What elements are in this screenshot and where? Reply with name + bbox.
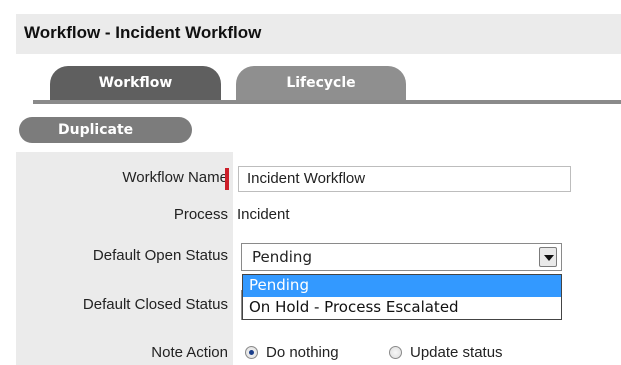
radio-do-nothing-label: Do nothing: [266, 344, 339, 361]
dropdown-arrow-button[interactable]: [539, 247, 557, 267]
dropdown-option-on-hold[interactable]: On Hold - Process Escalated: [243, 297, 561, 319]
default-open-status-label: Default Open Status: [92, 247, 228, 264]
default-open-status-select[interactable]: Pending: [241, 243, 562, 271]
tab-workflow[interactable]: Workflow: [50, 66, 221, 100]
process-label: Process: [173, 206, 228, 223]
default-closed-status-label: Default Closed Status: [82, 296, 228, 313]
workflow-name-label: Workflow Name: [122, 169, 228, 186]
page-title: Workflow - Incident Workflow: [24, 23, 262, 42]
open-status-dropdown-list: Pending On Hold - Process Escalated: [242, 274, 562, 320]
default-open-status-value: Pending: [252, 248, 312, 266]
note-action-label: Note Action: [151, 344, 228, 361]
radio-update-status[interactable]: [389, 346, 402, 359]
page-header: Workflow - Incident Workflow: [16, 14, 621, 54]
tab-bar: Workflow Lifecycle: [16, 62, 621, 104]
tab-lifecycle[interactable]: Lifecycle: [236, 66, 406, 100]
chevron-down-icon: [544, 255, 554, 261]
required-marker: [225, 168, 229, 190]
duplicate-button[interactable]: Duplicate: [19, 117, 192, 143]
process-value: Incident: [237, 206, 290, 223]
radio-do-nothing[interactable]: [245, 346, 258, 359]
workflow-name-input[interactable]: Incident Workflow: [238, 166, 571, 192]
dropdown-option-pending[interactable]: Pending: [243, 275, 561, 297]
radio-update-status-label: Update status: [410, 344, 503, 361]
duplicate-button-label: Duplicate: [58, 122, 134, 138]
tab-underline: [33, 100, 621, 104]
